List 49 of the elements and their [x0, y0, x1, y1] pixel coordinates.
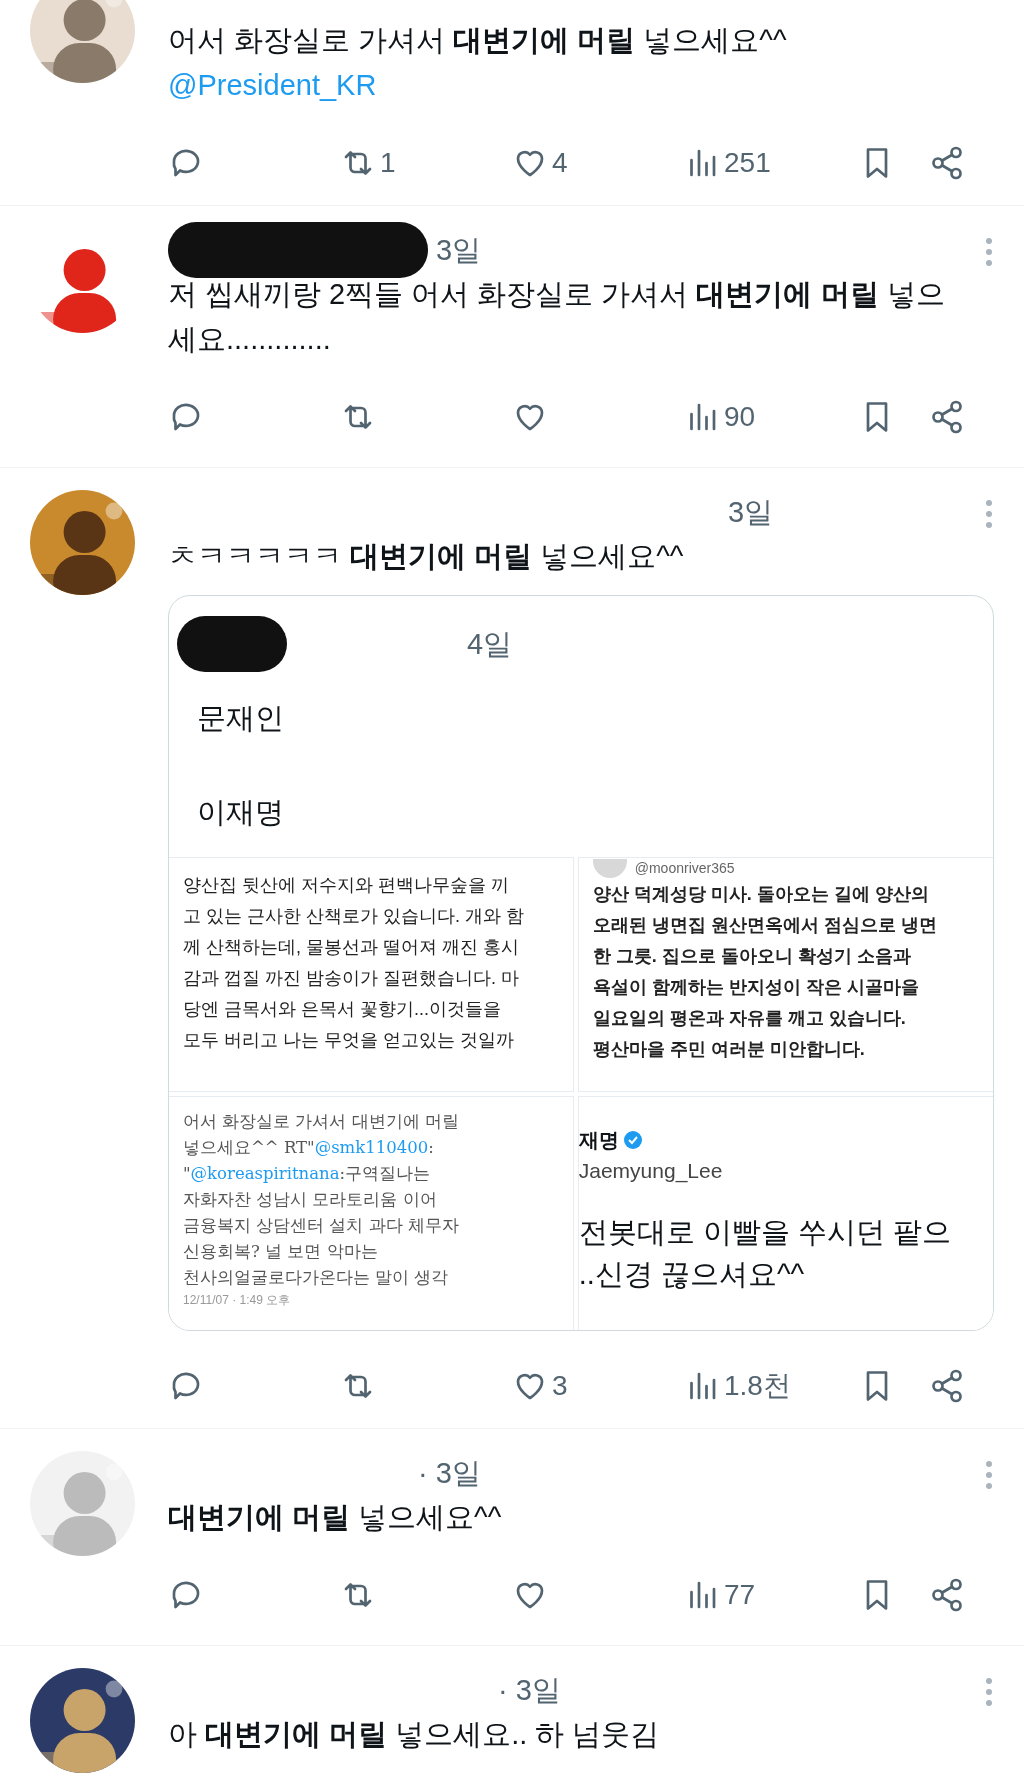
tweet-text: 대변기에 머릴 넣으세요^^	[168, 1500, 503, 1535]
timestamp: 12/11/07 · 1:49 오후	[183, 1292, 292, 1309]
tweet-text: ㅊㅋㅋㅋㅋㅋ 대변기에 머릴 넣으세요^^	[168, 539, 685, 574]
handle: Jaemyung_Lee	[578, 1158, 724, 1185]
views-button[interactable]: 251	[684, 142, 859, 184]
screenshot-text: "@koreaspiritnana:구역질나는	[183, 1163, 432, 1185]
screenshot-text: 자화자찬 성남시 모라토리움 이어	[183, 1189, 438, 1211]
tweet-text: 아 대변기에 머릴 넣으세요.. 하 넘웃김	[168, 1717, 661, 1752]
share-icon	[929, 145, 965, 181]
screenshot-text: 신용회복? 널 보면 악마는	[183, 1241, 379, 1263]
screenshot-text: 오래된 냉면집 원산면옥에서 점심으로 냉면	[592, 914, 938, 937]
screenshot-text: 천사의얼굴로다가온다는 말이 생각	[183, 1267, 450, 1289]
tweet-text: 저 씹새끼랑 2찍들 어서 화장실로 가셔서 대변기에 머릴 넣으세요.............	[168, 277, 946, 357]
screenshot-text: 전봇대로 이빨을 쑤시던 팥으	[578, 1214, 952, 1250]
profile-name: 재명	[578, 1128, 619, 1153]
timestamp: · 3일	[418, 1456, 481, 1491]
views-button[interactable]: 77	[684, 1574, 859, 1616]
timestamp: 3일	[728, 495, 774, 530]
views-button[interactable]: 90	[684, 396, 859, 438]
quote-text: 문재인	[196, 701, 285, 736]
screenshot-text: 고 있는 근사한 산책로가 있습니다. 개와 함	[183, 905, 525, 928]
views-button[interactable]: 1.8천	[684, 1365, 859, 1407]
share-icon	[929, 1368, 965, 1404]
retweet-button[interactable]: 1	[340, 142, 512, 184]
screenshot-text: 당엔 금목서와 은목서 꽃향기...이것들을	[183, 998, 502, 1021]
screenshot-text: 욕설이 함께하는 반지성이 작은 시골마을	[592, 976, 920, 999]
screenshot-text: 금융복지 상담센터 설치 과다 체무자	[183, 1215, 460, 1237]
screenshot-text: 모두 버리고 나는 무엇을 얻고있는 것일까	[183, 1029, 515, 1052]
tweet-text: 어서 화장실로 가셔서 대변기에 머릴 넣으세요^^	[168, 23, 788, 58]
screenshot-text: 양산집 뒷산에 저수지와 편백나무숲을 끼	[183, 874, 510, 897]
screenshot-text: 께 산책하는데, 물봉선과 떨어져 깨진 홍시	[183, 936, 520, 959]
share-icon	[929, 399, 965, 435]
share-icon	[929, 1577, 965, 1613]
handle: @moonriver365	[634, 859, 735, 878]
screenshot-text: 일요일의 평온과 자유를 깨고 있습니다.	[592, 1007, 907, 1030]
screenshot-text: 양산 덕계성당 미사. 돌아오는 길에 양산의	[592, 883, 930, 906]
screenshot-text: 넣으세요^^ RT"@smk110400:	[183, 1137, 435, 1159]
screenshot-text: ..신경 끊으셔요^^	[578, 1256, 806, 1292]
quote-text: 이재명	[196, 795, 285, 830]
timestamp: 3일	[436, 233, 482, 268]
like-button[interactable]: 4	[512, 142, 684, 184]
screenshot-text: 평산마을 주민 여러분 미안합니다.	[592, 1038, 866, 1061]
timestamp: · 3일	[498, 1673, 561, 1708]
like-button[interactable]: 3	[512, 1365, 684, 1407]
timestamp: 4일	[467, 627, 513, 662]
screenshot-text: 어서 화장실로 가셔서 대변기에 머릴	[183, 1111, 460, 1133]
screenshot-text: 한 그릇. 집으로 돌아오니 확성기 소음과	[592, 945, 912, 968]
avatar	[592, 858, 627, 879]
screenshot-text: 감과 껍질 까진 밤송이가 질편했습니다. 마	[183, 967, 520, 990]
